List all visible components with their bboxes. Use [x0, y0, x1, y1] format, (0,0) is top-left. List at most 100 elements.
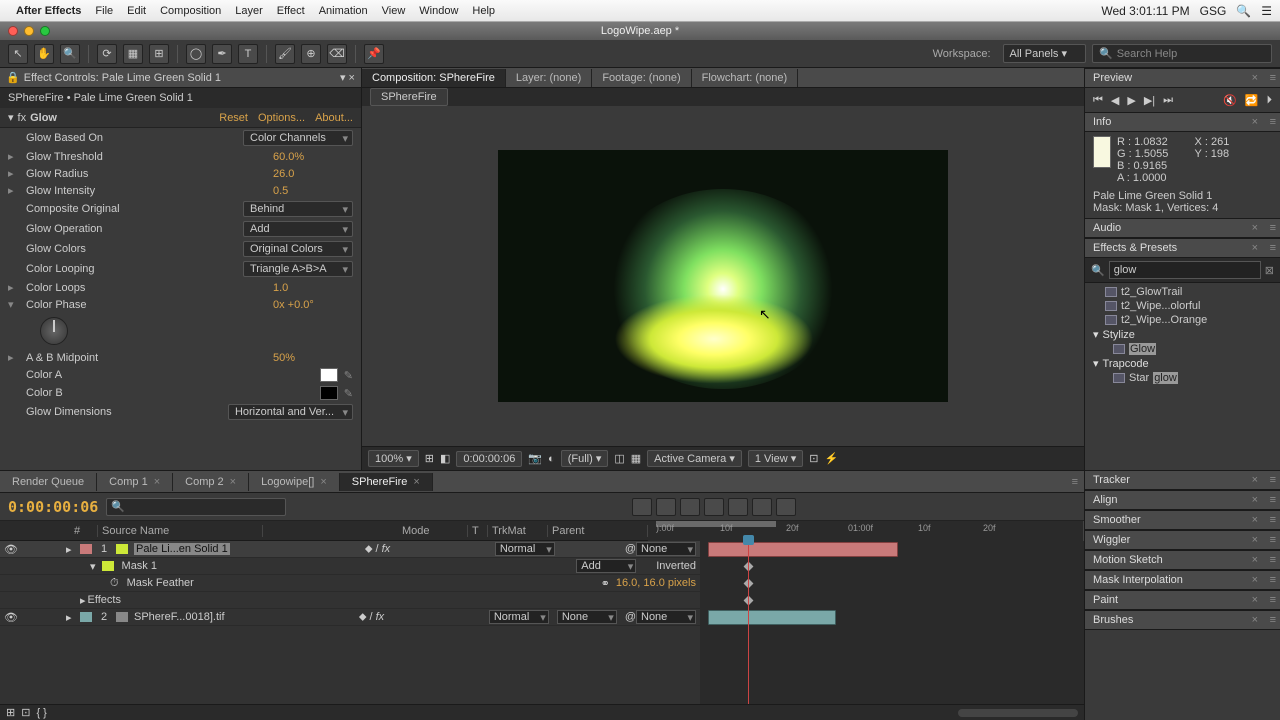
mask-row[interactable]: ▾ Mask 1 Add Inverted: [0, 558, 700, 575]
hand-tool[interactable]: ✋: [34, 44, 54, 64]
tab-composition[interactable]: Composition: SPhereFire: [362, 69, 506, 87]
phase-dial[interactable]: [40, 317, 68, 345]
tab-layer[interactable]: Layer: (none): [506, 69, 592, 87]
mask-mode-select[interactable]: Add: [576, 559, 636, 573]
timeline-search[interactable]: 🔍: [106, 498, 286, 516]
effect-twirl[interactable]: ▾: [8, 111, 14, 124]
tab-logowipe[interactable]: Logowipe[]×: [249, 473, 340, 491]
minimize-window-button[interactable]: [24, 26, 34, 36]
layer-row-2[interactable]: 👁 ▸ 2 SPhereF...0018].tif ⬥/fx Normal No…: [0, 609, 700, 626]
layer-bar-1[interactable]: [708, 542, 898, 557]
prop-operation[interactable]: Add: [243, 221, 353, 237]
clear-search-icon[interactable]: ⊠: [1265, 264, 1274, 277]
text-tool[interactable]: T: [238, 44, 258, 64]
channel-icon[interactable]: ◐: [548, 453, 555, 465]
layer-color-swatch[interactable]: [80, 612, 92, 622]
prop-intensity[interactable]: 0.5: [273, 185, 353, 197]
effect-starglow[interactable]: Starglow: [1085, 371, 1280, 385]
zoom-select[interactable]: 100% ▾: [368, 450, 419, 467]
prop-phase[interactable]: 0x +0.0°: [273, 299, 353, 311]
prop-colors[interactable]: Original Colors: [243, 241, 353, 257]
puppet-tool[interactable]: 📌: [364, 44, 384, 64]
tab-flowchart[interactable]: Flowchart: (none): [692, 69, 799, 87]
twirl-icon[interactable]: ▾: [90, 560, 96, 573]
grid-icon[interactable]: ⊞: [425, 452, 434, 465]
rotate-tool[interactable]: ⟳: [97, 44, 117, 64]
eyedropper-icon[interactable]: ✎: [344, 387, 353, 400]
play-button[interactable]: ▶: [1127, 94, 1135, 107]
brush-tool[interactable]: 🖌: [275, 44, 295, 64]
snapshot-icon[interactable]: 📷: [528, 452, 542, 465]
blend-mode-select[interactable]: Normal: [489, 610, 549, 624]
composition-viewer[interactable]: ↖: [362, 106, 1084, 446]
prop-midpoint[interactable]: 50%: [273, 352, 353, 364]
effects-group-row[interactable]: ▸ Effects: [0, 592, 700, 609]
tab-spherefire[interactable]: SPhereFire×: [340, 473, 433, 491]
effect-options[interactable]: Options...: [258, 112, 305, 124]
pan-behind-tool[interactable]: ⊞: [149, 44, 169, 64]
menu-layer[interactable]: Layer: [235, 5, 263, 17]
preview-panel-header[interactable]: Preview×≡: [1085, 68, 1280, 88]
prop-dimensions[interactable]: Horizontal and Ver...: [228, 404, 353, 420]
effect-reset[interactable]: Reset: [219, 112, 248, 124]
smoother-panel[interactable]: Smoother×≡: [1085, 510, 1280, 530]
workspace-select[interactable]: All Panels ▾: [1003, 44, 1087, 63]
eraser-tool[interactable]: ⌫: [327, 44, 347, 64]
blend-mode-select[interactable]: Normal: [495, 542, 555, 556]
layer-bar-2[interactable]: [708, 610, 836, 625]
color-a-swatch[interactable]: [320, 368, 338, 382]
mute-button[interactable]: 🔇: [1223, 94, 1237, 107]
transparency-icon[interactable]: ▦: [631, 452, 641, 465]
frame-blend-button[interactable]: [704, 498, 724, 516]
effect-controls-tab[interactable]: 🔒 Effect Controls: Pale Lime Green Solid…: [0, 68, 361, 88]
wiggler-panel[interactable]: Wiggler×≡: [1085, 530, 1280, 550]
zoom-window-button[interactable]: [40, 26, 50, 36]
parent-pickwhip-icon[interactable]: @: [625, 543, 636, 555]
prop-radius[interactable]: 26.0: [273, 168, 353, 180]
app-menu[interactable]: After Effects: [16, 5, 81, 17]
mask-feather-value[interactable]: 16.0, 16.0 pixels: [616, 577, 696, 589]
ram-preview-button[interactable]: ⏵: [1267, 94, 1273, 107]
lock-icon[interactable]: 🔒: [6, 71, 20, 84]
spotlight-icon[interactable]: 🔍: [1236, 4, 1251, 18]
camera-select[interactable]: Active Camera ▾: [647, 450, 742, 467]
zoom-slider[interactable]: [958, 709, 1078, 717]
eyedropper-icon[interactable]: ✎: [344, 369, 353, 382]
paint-panel[interactable]: Paint×≡: [1085, 590, 1280, 610]
prop-loops[interactable]: 1.0: [273, 282, 353, 294]
clone-tool[interactable]: ⊕: [301, 44, 321, 64]
motion-blur-button[interactable]: [728, 498, 748, 516]
menu-animation[interactable]: Animation: [319, 5, 368, 17]
twirl-icon[interactable]: ▸: [8, 150, 22, 163]
tab-render-queue[interactable]: Render Queue: [0, 473, 97, 491]
effects-search-input[interactable]: [1109, 261, 1261, 279]
mask-name[interactable]: Mask 1: [120, 560, 577, 572]
tab-footage[interactable]: Footage: (none): [592, 69, 691, 87]
effect-folder-stylize[interactable]: ▾ Stylize: [1085, 327, 1280, 342]
first-frame-button[interactable]: ⏮: [1093, 94, 1103, 107]
effects-presets-header[interactable]: Effects & Presets×≡: [1085, 238, 1280, 258]
toggle-switches-icon[interactable]: ⊞: [6, 706, 15, 719]
search-help-field[interactable]: 🔍 Search Help: [1092, 44, 1272, 63]
motion-sketch-panel[interactable]: Motion Sketch×≡: [1085, 550, 1280, 570]
last-frame-button[interactable]: ⏭: [1163, 94, 1173, 107]
brain-button[interactable]: [752, 498, 772, 516]
pixel-aspect-icon[interactable]: ⊡: [809, 452, 818, 465]
visibility-icon[interactable]: 👁: [4, 611, 16, 624]
draft-3d-button[interactable]: [656, 498, 676, 516]
current-time[interactable]: 0:00:00:06: [456, 451, 522, 467]
twirl-icon[interactable]: ▸: [66, 611, 76, 624]
camera-tool[interactable]: ▦: [123, 44, 143, 64]
roi-icon[interactable]: ◫: [614, 452, 624, 465]
constrain-icon[interactable]: ⚭: [601, 577, 610, 590]
visibility-icon[interactable]: 👁: [4, 543, 16, 556]
color-b-swatch[interactable]: [320, 386, 338, 400]
layer-row-1[interactable]: 👁 ▸ 1 Pale Li...en Solid 1 ⬥/fx Normal @…: [0, 541, 700, 558]
comp-mini-flowchart-button[interactable]: [632, 498, 652, 516]
graph-editor-button[interactable]: [776, 498, 796, 516]
effect-glow[interactable]: Glow: [1085, 342, 1280, 356]
menu-help[interactable]: Help: [472, 5, 495, 17]
mask-feather-row[interactable]: ⏱ Mask Feather ⚭ 16.0, 16.0 pixels: [0, 575, 700, 592]
current-timecode[interactable]: 0:00:00:06: [8, 498, 98, 516]
mask-inverted[interactable]: Inverted: [656, 560, 696, 572]
